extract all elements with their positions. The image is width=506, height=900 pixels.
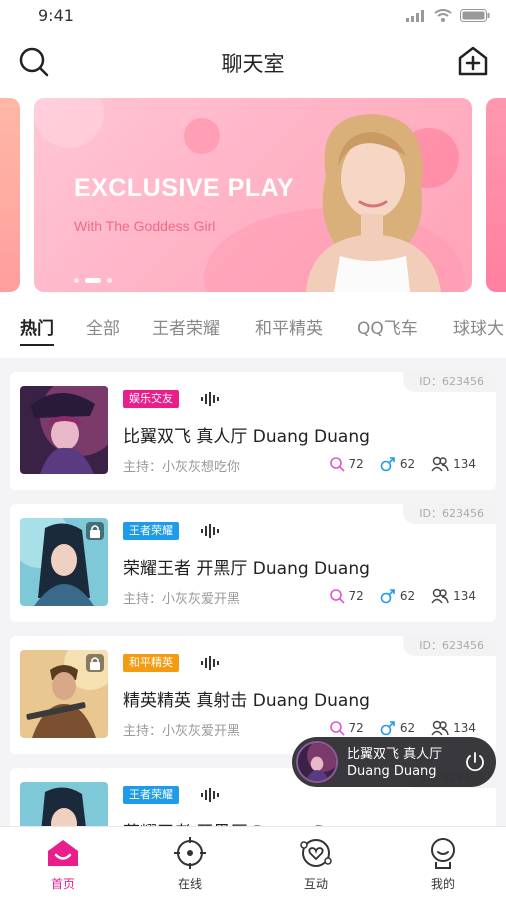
room-card[interactable]: ID：623456 王者荣耀 荣耀王者 开黑厅 Duang Duang 主持：小… xyxy=(10,504,496,622)
target-icon xyxy=(174,837,206,869)
room-stats: 72 62 134 xyxy=(329,456,476,472)
female-icon xyxy=(329,589,345,604)
male-count: 62 xyxy=(380,456,415,472)
room-stats: 72 62 134 xyxy=(329,720,476,736)
tabbar-label: 我的 xyxy=(430,877,455,891)
tab-honor-of-kings[interactable]: 王者荣耀 xyxy=(152,314,220,339)
room-thumbnail xyxy=(20,386,108,474)
home-icon xyxy=(48,840,78,866)
banner-carousel[interactable]: EXCLUSIVE PLAY With The Goddess Girl xyxy=(0,94,506,298)
tabbar-interact[interactable]: 互动 xyxy=(276,835,356,892)
audio-wave-icon xyxy=(201,392,219,406)
room-thumbnail xyxy=(20,650,108,738)
profile-icon xyxy=(431,838,455,869)
banner-subtitle: With The Goddess Girl xyxy=(74,218,216,234)
female-count: 72 xyxy=(329,588,364,604)
users-icon xyxy=(431,588,449,604)
tab-qq-speed[interactable]: QQ飞车 xyxy=(357,314,418,339)
tab-all[interactable]: 全部 xyxy=(86,314,120,339)
room-host: 主持：小灰灰爱开黑 xyxy=(123,724,241,739)
banner-slide[interactable]: EXCLUSIVE PLAY With The Goddess Girl xyxy=(34,98,472,292)
mini-player-subtitle: Duang Duang xyxy=(347,764,437,779)
user-count: 134 xyxy=(431,720,476,736)
lock-icon xyxy=(86,522,104,540)
add-room-icon[interactable] xyxy=(456,44,490,78)
male-icon xyxy=(380,457,395,472)
room-category-tag: 王者荣耀 xyxy=(123,786,179,804)
tabbar-label: 互动 xyxy=(303,877,328,891)
room-id: ID：623456 xyxy=(403,504,496,524)
user-count: 134 xyxy=(431,456,476,472)
tab-peace-elite[interactable]: 和平精英 xyxy=(255,314,323,339)
room-id: ID：623456 xyxy=(403,372,496,392)
users-icon xyxy=(431,456,449,472)
audio-wave-icon xyxy=(201,524,219,538)
room-title: 精英精英 真射击 Duang Duang xyxy=(123,691,370,711)
male-count: 62 xyxy=(380,588,415,604)
tab-hot[interactable]: 热门 xyxy=(20,314,54,339)
mini-player-avatar xyxy=(296,741,338,783)
room-card[interactable]: ID：623456 娱乐交友 比翼双飞 真人厅 Duang Duang 主持：小… xyxy=(10,372,496,490)
room-category-tag: 王者荣耀 xyxy=(123,522,179,540)
bottom-tab-bar: 首页 在线 互动 我的 xyxy=(0,826,506,900)
nav-bar: 聊天室 xyxy=(0,32,506,94)
active-tab-indicator xyxy=(20,344,54,346)
room-stats: 72 62 134 xyxy=(329,588,476,604)
room-id: ID：623456 xyxy=(403,636,496,656)
power-icon[interactable] xyxy=(464,751,486,773)
status-time: 9:41 xyxy=(38,6,74,25)
tabbar-home[interactable]: 首页 xyxy=(23,835,103,892)
lock-icon xyxy=(86,654,104,672)
banner-indicator xyxy=(74,278,112,283)
tabbar-profile[interactable]: 我的 xyxy=(403,835,483,892)
male-icon xyxy=(380,721,395,736)
audio-wave-icon xyxy=(201,656,219,670)
room-title: 荣耀王者 开黑厅 Duang Duang xyxy=(123,559,370,579)
room-host: 主持：小灰灰爱开黑 xyxy=(123,592,241,607)
room-category-tag: 和平精英 xyxy=(123,654,179,672)
users-icon xyxy=(431,720,449,736)
male-count: 62 xyxy=(380,720,415,736)
banner-headline: EXCLUSIVE PLAY xyxy=(74,174,295,202)
page-title: 聊天室 xyxy=(221,52,285,76)
room-thumbnail xyxy=(20,518,108,606)
room-title: 比翼双飞 真人厅 Duang Duang xyxy=(123,427,370,447)
battery-icon xyxy=(460,9,490,22)
banner-prev-slide[interactable] xyxy=(0,98,20,292)
category-tabs: 热门 全部 王者荣耀 和平精英 QQ飞车 球球大 xyxy=(0,298,506,358)
male-icon xyxy=(380,589,395,604)
tabbar-online[interactable]: 在线 xyxy=(150,835,230,892)
status-bar: 9:41 xyxy=(0,0,506,32)
room-category-tag: 娱乐交友 xyxy=(123,390,179,408)
female-count: 72 xyxy=(329,456,364,472)
room-host: 主持：小灰灰想吃你 xyxy=(123,460,241,475)
female-count: 72 xyxy=(329,720,364,736)
tabbar-label: 在线 xyxy=(177,877,202,891)
wifi-icon xyxy=(434,9,452,22)
user-count: 134 xyxy=(431,588,476,604)
audio-wave-icon xyxy=(201,788,219,802)
mini-player-title: 比翼双飞 真人厅 xyxy=(347,747,443,762)
banner-girl-image xyxy=(306,114,441,292)
female-icon xyxy=(329,457,345,472)
mini-player[interactable]: 比翼双飞 真人厅 Duang Duang xyxy=(292,737,496,787)
interact-icon xyxy=(300,839,332,867)
female-icon xyxy=(329,721,345,736)
signal-icon xyxy=(406,9,424,22)
tabbar-label: 首页 xyxy=(50,877,75,891)
banner-next-slide[interactable] xyxy=(486,98,506,292)
status-icons xyxy=(406,9,490,22)
tab-ball[interactable]: 球球大 xyxy=(453,314,504,339)
